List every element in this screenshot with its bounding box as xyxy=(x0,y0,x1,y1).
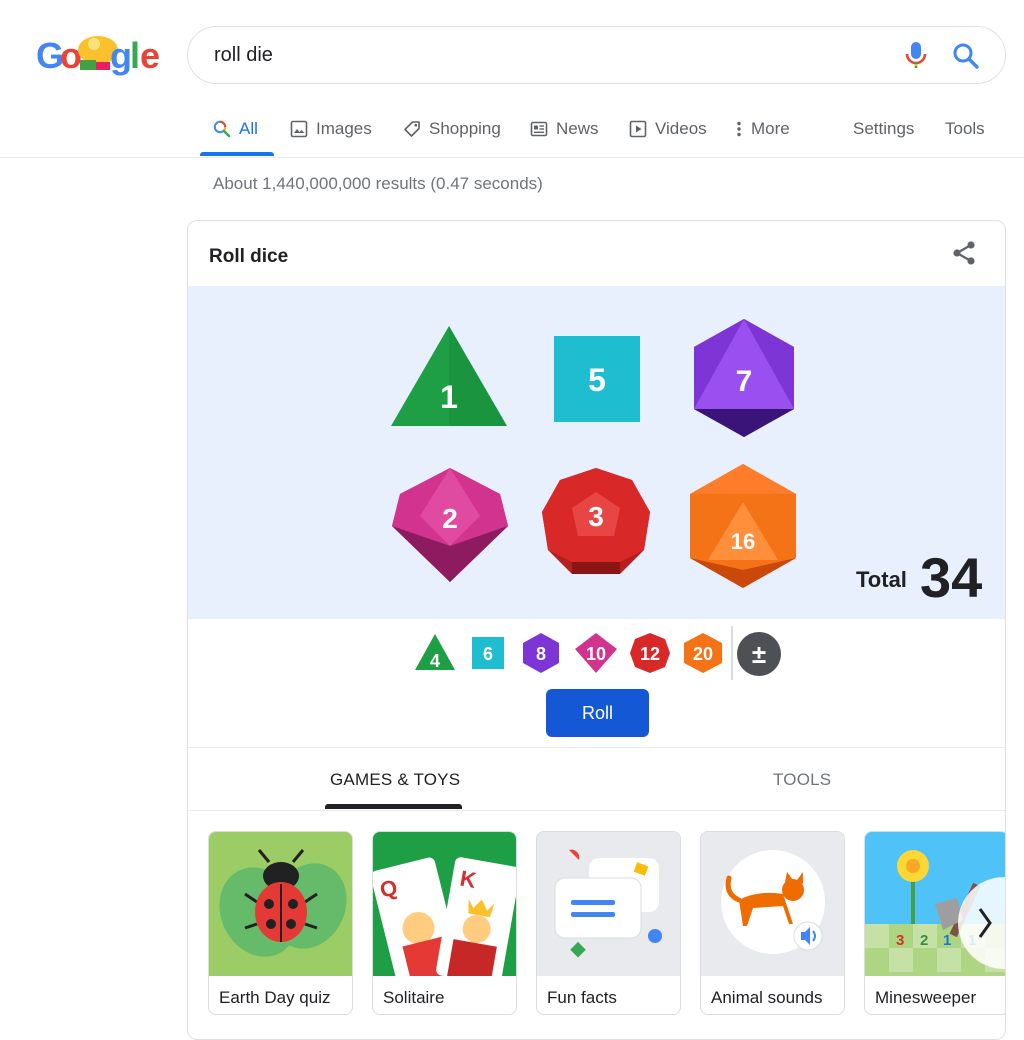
dice-display: 1 5 7 2 3 16 Total 34 xyxy=(188,286,1005,619)
svg-text:g: g xyxy=(110,35,132,76)
game-card-animal-sounds[interactable]: Animal sounds xyxy=(700,831,845,1015)
tag-icon xyxy=(404,121,420,137)
die-value: 7 xyxy=(736,365,753,398)
modifier-button[interactable]: ± xyxy=(736,631,782,677)
tab-label: Tools xyxy=(945,119,985,138)
game-card-fun-facts[interactable]: Fun facts xyxy=(536,831,681,1015)
tab-label: Shopping xyxy=(429,119,501,138)
game-card-solitaire[interactable]: Q K Solitaire xyxy=(372,831,517,1015)
die-button-label: 10 xyxy=(586,644,606,664)
divider xyxy=(731,626,733,680)
total-label: Total xyxy=(856,567,907,592)
google-logo[interactable]: G o g l e xyxy=(36,30,160,82)
tab-tools-card[interactable]: TOOLS xyxy=(773,770,831,790)
play-icon xyxy=(629,120,647,138)
playing-cards-icon: Q K xyxy=(373,832,516,976)
add-d4-button[interactable]: 4 xyxy=(413,632,457,672)
die-button-label: 6 xyxy=(483,644,493,664)
tab-news[interactable]: News xyxy=(530,117,599,141)
add-d6-button[interactable]: 6 xyxy=(472,637,504,669)
game-label: Minesweeper xyxy=(875,988,977,1007)
tab-more[interactable]: More xyxy=(735,117,790,141)
chat-bubbles-icon xyxy=(537,832,680,976)
search-icon[interactable] xyxy=(951,41,981,71)
mine-count: 1 xyxy=(943,932,951,949)
active-card-tab-indicator xyxy=(325,804,462,809)
more-vert-icon xyxy=(737,121,741,137)
mine-count: 3 xyxy=(896,932,904,949)
cat-icon xyxy=(701,832,844,976)
svg-text:l: l xyxy=(130,35,140,76)
add-d8-button[interactable]: 8 xyxy=(521,631,561,675)
d4-die: 1 xyxy=(391,326,507,426)
dice-roller-card: Roll dice 1 5 7 2 3 16 Total 34 4 6 8 10… xyxy=(187,220,1006,1040)
tab-settings[interactable]: Settings xyxy=(853,117,914,141)
d12-die: 3 xyxy=(542,468,650,574)
tab-shopping[interactable]: Shopping xyxy=(403,117,501,141)
game-label: Solitaire xyxy=(383,988,445,1007)
game-label: Fun facts xyxy=(547,988,617,1007)
die-button-label: 4 xyxy=(430,651,440,671)
die-button-label: ± xyxy=(752,639,766,669)
tab-label: News xyxy=(556,119,599,138)
d6-die: 5 xyxy=(554,336,640,422)
tab-all[interactable]: All xyxy=(213,117,258,141)
die-button-label: 8 xyxy=(536,644,546,664)
card-tabs: GAMES & TOYS TOOLS xyxy=(188,747,1005,811)
total-value: 34 xyxy=(920,546,983,609)
tab-label: Images xyxy=(316,119,372,138)
tab-label: Videos xyxy=(655,119,707,138)
share-icon[interactable] xyxy=(950,239,978,267)
d8-die: 7 xyxy=(694,319,794,437)
game-label: Animal sounds xyxy=(711,988,823,1007)
die-value: 5 xyxy=(588,362,606,398)
game-label: Earth Day quiz xyxy=(219,988,331,1007)
ladybug-icon xyxy=(209,832,352,976)
search-box[interactable]: roll die xyxy=(187,26,1006,84)
search-input[interactable]: roll die xyxy=(214,44,273,67)
card-title: Roll dice xyxy=(209,246,289,267)
add-d20-button[interactable]: 20 xyxy=(682,631,724,675)
tab-images[interactable]: Images xyxy=(290,117,372,141)
news-icon xyxy=(530,121,548,137)
die-button-label: 12 xyxy=(640,644,660,664)
add-d10-button[interactable]: 10 xyxy=(573,631,619,675)
game-card-earth-day-quiz[interactable]: Earth Day quiz xyxy=(208,831,353,1015)
die-button-label: 20 xyxy=(693,644,713,664)
die-value: 3 xyxy=(588,501,604,532)
die-selector: 4 6 8 10 12 20 ± xyxy=(188,626,1005,686)
tab-videos[interactable]: Videos xyxy=(629,117,707,141)
roll-button[interactable]: Roll xyxy=(546,689,649,737)
add-d12-button[interactable]: 12 xyxy=(629,631,671,675)
tab-label: Settings xyxy=(853,119,915,138)
svg-text:e: e xyxy=(140,35,160,76)
mine-count: 2 xyxy=(920,932,928,949)
tab-label: More xyxy=(751,119,790,138)
d20-die: 16 xyxy=(690,464,796,588)
search-icon xyxy=(213,120,231,138)
svg-text:o: o xyxy=(60,35,82,76)
tab-games-toys[interactable]: GAMES & TOYS xyxy=(330,770,460,790)
image-icon xyxy=(290,120,308,138)
d10-die: 2 xyxy=(392,468,508,582)
carousel-next-button[interactable] xyxy=(958,877,1005,969)
result-stats: About 1,440,000,000 results (0.47 second… xyxy=(213,174,543,193)
tab-label: All xyxy=(239,119,258,138)
die-value: 16 xyxy=(731,529,755,554)
tab-tools[interactable]: Tools xyxy=(945,117,985,141)
active-tab-indicator xyxy=(200,152,274,156)
die-value: 1 xyxy=(440,379,458,415)
search-tabs: All Images Shopping News Videos More Set… xyxy=(0,100,1024,158)
microphone-icon[interactable] xyxy=(903,41,929,71)
die-value: 2 xyxy=(442,503,458,534)
